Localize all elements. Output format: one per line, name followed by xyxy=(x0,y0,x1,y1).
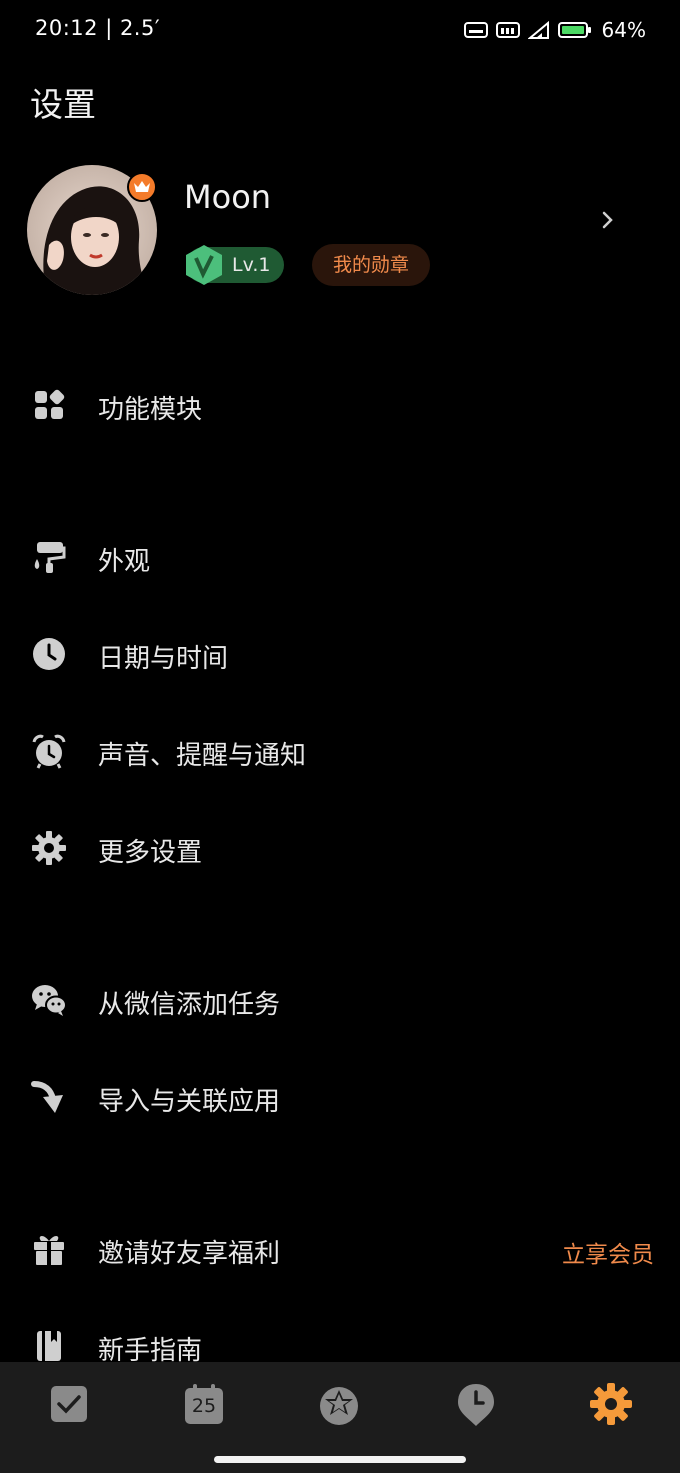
tab-settings-gear-icon[interactable] xyxy=(589,1382,633,1426)
profile-card[interactable]: Moon Lv.1 我的勋章 xyxy=(0,160,680,310)
menu-item-invite[interactable]: 邀请好友享福利 立享会员 xyxy=(0,1214,680,1284)
menu-item-import[interactable]: 导入与关联应用 xyxy=(0,1062,680,1132)
menu-label: 更多设置 xyxy=(98,838,203,868)
battery-icon xyxy=(557,22,591,38)
status-icons: 64% xyxy=(463,18,646,42)
battery-percent: 64% xyxy=(601,18,646,42)
menu-item-wechat[interactable]: 从微信添加任务 xyxy=(0,965,680,1035)
import-arrow-icon xyxy=(31,1081,63,1113)
menu-item-sound-notify[interactable]: 声音、提醒与通知 xyxy=(0,716,680,786)
alarm-icon xyxy=(32,734,66,769)
gear-icon xyxy=(32,831,66,865)
menu-item-more-settings[interactable]: 更多设置 xyxy=(0,813,680,883)
sim-card-icon xyxy=(463,22,488,38)
home-indicator[interactable] xyxy=(214,1456,466,1463)
status-time: 20:12 | 2.5′ xyxy=(35,16,161,40)
menu-item-date-time[interactable]: 日期与时间 xyxy=(0,619,680,689)
status-bar: 20:12 | 2.5′ 64% xyxy=(0,0,680,60)
book-icon xyxy=(37,1331,61,1361)
grid-icon xyxy=(35,389,65,419)
tab-habits-star-icon[interactable] xyxy=(317,1382,361,1426)
user-name: Moon xyxy=(184,178,272,216)
menu-label: 从微信添加任务 xyxy=(98,990,281,1020)
crown-icon xyxy=(127,172,157,202)
tab-timer-pin-clock-icon[interactable] xyxy=(454,1382,498,1426)
menu-label: 日期与时间 xyxy=(98,644,229,674)
page-title: 设置 xyxy=(30,85,96,124)
medal-button[interactable]: 我的勋章 xyxy=(312,244,430,286)
menu-label: 功能模块 xyxy=(98,395,203,425)
tab-calendar[interactable]: 25 xyxy=(182,1382,226,1426)
clock-icon xyxy=(33,638,65,670)
calendar-day: 25 xyxy=(191,1395,217,1417)
chevron-right-icon[interactable] xyxy=(598,208,618,232)
tab-tasks-checkbox-icon[interactable] xyxy=(47,1382,91,1426)
paint-roller-icon xyxy=(34,542,66,573)
wechat-icon xyxy=(32,985,67,1016)
menu-item-modules[interactable]: 功能模块 xyxy=(0,370,680,440)
level-hex-icon xyxy=(186,245,222,285)
level-badge[interactable]: Lv.1 xyxy=(186,245,284,285)
menu-label: 导入与关联应用 xyxy=(98,1087,281,1117)
gift-icon xyxy=(34,1236,64,1265)
level-text: Lv.1 xyxy=(232,254,271,276)
menu-item-appearance[interactable]: 外观 xyxy=(0,522,680,592)
sim-card-2-icon xyxy=(495,22,520,38)
vip-promo-link[interactable]: 立享会员 xyxy=(562,1235,654,1269)
menu-label: 外观 xyxy=(98,547,151,577)
signal-icon xyxy=(527,21,549,39)
menu-label: 邀请好友享福利 xyxy=(98,1239,281,1269)
menu-label: 声音、提醒与通知 xyxy=(98,741,307,771)
